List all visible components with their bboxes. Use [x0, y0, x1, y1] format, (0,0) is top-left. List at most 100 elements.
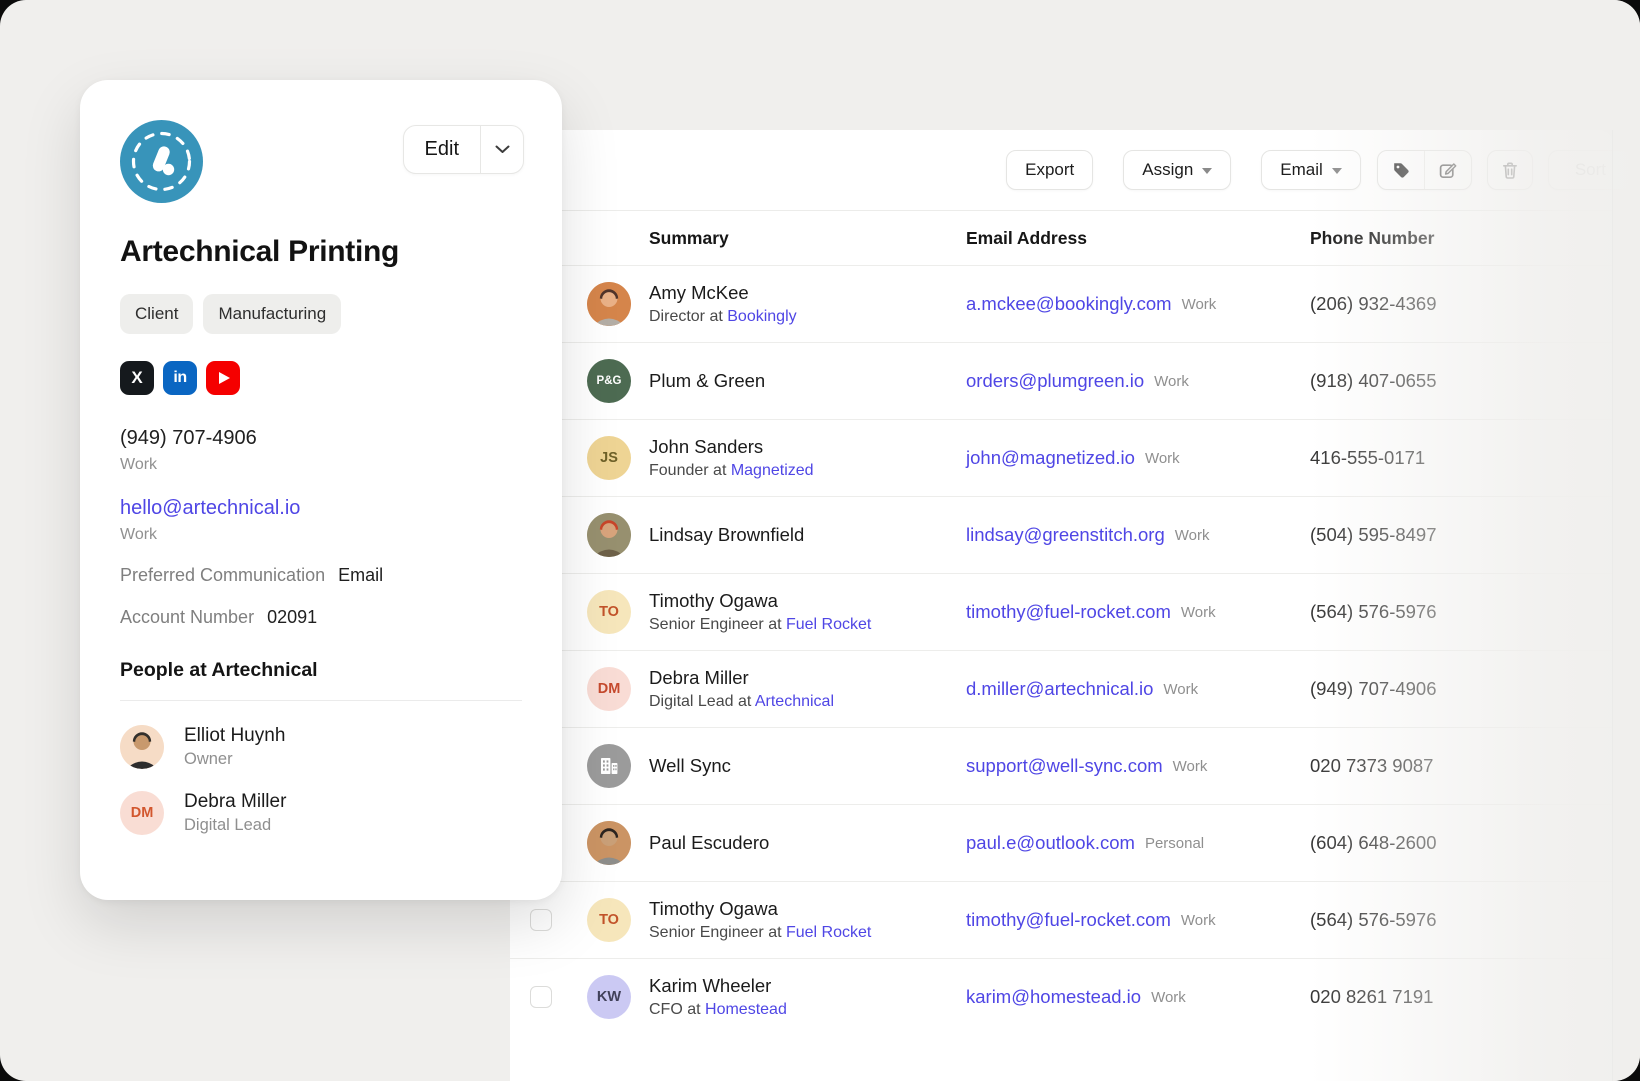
table-row[interactable]: Well Syncsupport@well-sync.comWork020 73… [510, 727, 1613, 804]
row-phone: (918) 407-0655 [1310, 370, 1613, 392]
tag-button[interactable] [1378, 151, 1424, 189]
row-phone: (564) 576-5976 [1310, 909, 1613, 931]
company-link[interactable]: Magnetized [731, 462, 814, 479]
edit-split-button: Edit [403, 125, 524, 174]
export-label: Export [1025, 160, 1074, 180]
role-text: Digital Lead at [649, 693, 755, 710]
person-role: Digital Lead [184, 816, 286, 835]
company-email-link[interactable]: hello@artechnical.io [120, 497, 522, 520]
row-phone: 020 7373 9087 [1310, 755, 1613, 777]
table-row[interactable]: TOTimothy OgawaSenior Engineer at Fuel R… [510, 881, 1613, 958]
table-row[interactable]: Paul Escuderopaul.e@outlook.comPersonal(… [510, 804, 1613, 881]
export-button[interactable]: Export [1006, 150, 1093, 190]
row-email-link[interactable]: timothy@fuel-rocket.com [966, 909, 1171, 931]
row-name: Debra Miller [649, 667, 966, 689]
row-role: Director at Bookingly [649, 308, 966, 326]
row-email-link[interactable]: timothy@fuel-rocket.com [966, 601, 1171, 623]
person-photo [587, 282, 631, 326]
person-name: Elliot Huynh [184, 725, 285, 747]
compose-button[interactable] [1425, 151, 1471, 189]
row-role: CFO at Homestead [649, 1001, 966, 1019]
email-type-badge: Personal [1145, 835, 1204, 852]
row-name: Paul Escudero [649, 832, 966, 854]
email-cell: a.mckee@bookingly.com Work [966, 293, 1310, 315]
table-row[interactable]: TOTimothy OgawaSenior Engineer at Fuel R… [510, 573, 1613, 650]
role-text: Director at [649, 308, 727, 325]
chevron-down-icon [1332, 168, 1342, 174]
table-row[interactable]: Lindsay Brownfieldlindsay@greenstitch.or… [510, 496, 1613, 573]
tag-list: Client Manufacturing [120, 294, 522, 334]
row-checkbox[interactable] [530, 986, 552, 1008]
row-name: Lindsay Brownfield [649, 524, 966, 546]
table-rows: Amy McKeeDirector at Bookinglya.mckee@bo… [510, 265, 1613, 1035]
edit-button[interactable]: Edit [404, 126, 480, 173]
row-email-link[interactable]: a.mckee@bookingly.com [966, 293, 1172, 315]
youtube-social-button[interactable] [206, 361, 240, 395]
company-link[interactable]: Artechnical [755, 693, 834, 710]
row-email-link[interactable]: support@well-sync.com [966, 755, 1163, 777]
summary-cell: Debra Miller Digital Lead at Artechnical [649, 667, 966, 711]
company-link[interactable]: Homestead [705, 1001, 787, 1018]
company-link[interactable]: Bookingly [727, 308, 796, 325]
email-cell: timothy@fuel-rocket.comWork [966, 601, 1310, 623]
tag-manufacturing: Manufacturing [203, 294, 341, 334]
email-cell: karim@homestead.ioWork [966, 986, 1310, 1008]
column-header-email: Email Address [966, 228, 1310, 249]
row-name: Karim Wheeler [649, 975, 966, 997]
row-name: Timothy Ogawa [649, 590, 966, 612]
person-item[interactable]: DM Debra Miller Digital Lead [120, 791, 522, 835]
email-button[interactable]: Email [1261, 150, 1361, 190]
person-item[interactable]: Elliot Huynh Owner [120, 725, 522, 769]
table-row[interactable]: KWKarim WheelerCFO at Homesteadkarim@hom… [510, 958, 1613, 1035]
person-photo [587, 821, 631, 865]
email-type-badge: Work [1181, 912, 1216, 929]
summary-cell: John SandersFounder at Magnetized [649, 436, 966, 480]
email-cell: timothy@fuel-rocket.com Work [966, 909, 1310, 931]
row-role: Founder at Magnetized [649, 462, 966, 480]
role-text: Senior Engineer at [649, 616, 786, 633]
field-account-number: Account Number 02091 [120, 607, 522, 628]
row-phone: (564) 576-5976 [1310, 601, 1613, 623]
column-header-phone: Phone Number [1310, 228, 1613, 249]
email-cell: john@magnetized.ioWork [966, 447, 1310, 469]
row-email-link[interactable]: john@magnetized.io [966, 447, 1135, 469]
edit-dropdown-button[interactable] [481, 126, 523, 173]
row-email-link[interactable]: orders@plumgreen.io [966, 370, 1144, 392]
company-link[interactable]: Fuel Rocket [786, 616, 871, 633]
avatar-photo [587, 821, 631, 865]
assign-button[interactable]: Assign [1123, 150, 1231, 190]
person-role: Owner [184, 750, 285, 769]
table-row[interactable]: DMDebra MillerDigital Lead at Artechnica… [510, 650, 1613, 727]
row-name: Well Sync [649, 755, 966, 777]
social-links: X in [120, 361, 522, 395]
table-row[interactable]: P&GPlum & Greenorders@plumgreen.ioWork(9… [510, 342, 1613, 419]
row-email-link[interactable]: lindsay@greenstitch.org [966, 524, 1165, 546]
summary-cell: Lindsay Brownfield [649, 524, 966, 546]
avatar-initials: TO [587, 898, 631, 942]
company-logo-icon [120, 120, 203, 203]
table-row[interactable]: JSJohn SandersFounder at Magnetizedjohn@… [510, 419, 1613, 496]
company-link[interactable]: Fuel Rocket [786, 924, 871, 941]
people-section-title: People at Artechnical [120, 659, 522, 682]
row-email-link[interactable]: d.miller@artechnical.io [966, 678, 1153, 700]
table-row[interactable]: Amy McKeeDirector at Bookinglya.mckee@bo… [510, 265, 1613, 342]
linkedin-icon: in [173, 369, 186, 387]
row-email-link[interactable]: paul.e@outlook.com [966, 832, 1135, 854]
row-email-link[interactable]: karim@homestead.io [966, 986, 1141, 1008]
field-preferred-communication: Preferred Communication Email [120, 565, 522, 586]
delete-button[interactable] [1487, 150, 1533, 190]
row-role: Senior Engineer at Fuel Rocket [649, 924, 966, 942]
row-checkbox[interactable] [530, 909, 552, 931]
email-type-badge: Work [1182, 296, 1217, 313]
tag-compose-button-group [1377, 150, 1472, 190]
sort-label: Sort [1575, 160, 1606, 180]
sort-button[interactable]: Sort [1548, 150, 1633, 190]
trash-icon [1501, 161, 1519, 180]
table-header-row: Summary Email Address Phone Number [510, 211, 1613, 265]
email-cell: lindsay@greenstitch.orgWork [966, 524, 1310, 546]
role-text: CFO at [649, 1001, 705, 1018]
x-social-button[interactable]: X [120, 361, 154, 395]
avatar-initials: P&G [587, 359, 631, 403]
linkedin-social-button[interactable]: in [163, 361, 197, 395]
buildings-icon [598, 755, 620, 777]
